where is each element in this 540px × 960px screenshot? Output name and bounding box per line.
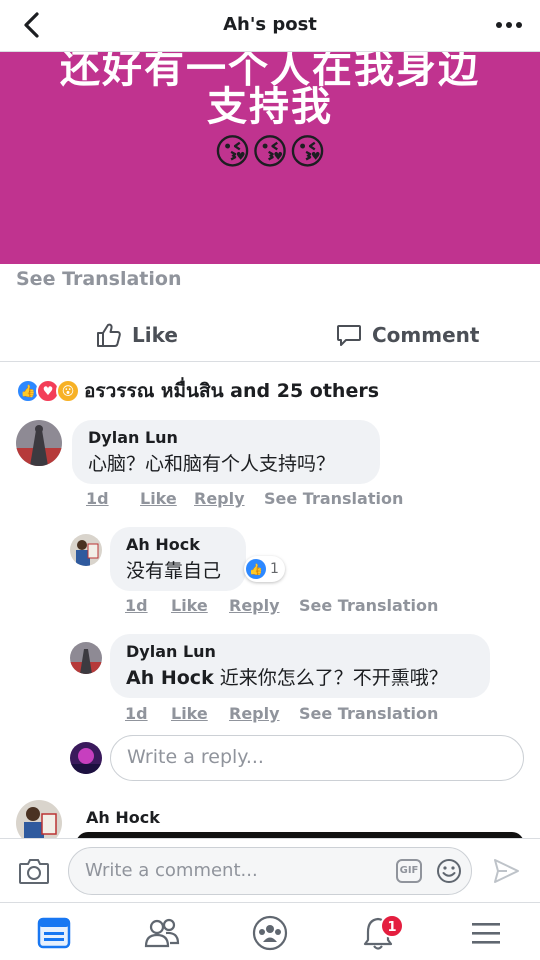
thumbs-up-icon — [97, 323, 121, 347]
avatar-image — [16, 420, 62, 466]
reply-bubble: Ah Hock 没有靠自己 — [110, 527, 246, 591]
avatar-image — [70, 534, 102, 566]
comment-bubble: Dylan Lun 心脑？心和脑有个人支持吗？ — [72, 420, 380, 484]
reaction-icons: 👍 ♥ 😮 — [16, 379, 82, 403]
like-count: 1 — [270, 561, 279, 577]
avatar-image — [70, 642, 102, 674]
reply-text: Ah Hock 近来你怎么了？不开熏哦？ — [126, 663, 474, 690]
reply-see-translation[interactable]: See Translation — [299, 596, 438, 615]
like-reaction-icon: 👍 — [246, 559, 266, 579]
reply-author[interactable]: Dylan Lun — [126, 642, 474, 661]
bottom-nav — [0, 902, 540, 960]
like-label: Like — [132, 323, 178, 347]
news-feed-icon[interactable] — [36, 915, 72, 951]
menu-hamburger-icon[interactable] — [468, 915, 504, 951]
comment-reply-link[interactable]: Reply — [194, 489, 264, 508]
mention-link[interactable]: Ah Hock — [126, 667, 214, 689]
comment-bubble-icon — [337, 325, 361, 346]
avatar-image — [70, 742, 102, 774]
more-dots-icon[interactable] — [494, 13, 524, 37]
reply-author[interactable]: Ah Hock — [126, 535, 230, 554]
reply-see-translation[interactable]: See Translation — [299, 704, 438, 723]
comment-label: Comment — [372, 323, 480, 347]
notification-badge: 1 — [380, 914, 404, 938]
gif-button[interactable]: GIF — [396, 859, 422, 883]
see-translation-link[interactable]: See Translation — [16, 268, 181, 290]
send-icon[interactable] — [492, 857, 520, 885]
reply-meta: 1d Like Reply See Translation — [125, 704, 438, 723]
groups-icon[interactable] — [252, 915, 288, 951]
reply-like-count[interactable]: 👍 1 — [244, 556, 285, 582]
top-bar: Ah's post — [0, 0, 540, 52]
wow-reaction-icon: 😮 — [56, 379, 80, 403]
comment-like-link[interactable]: Like — [140, 489, 194, 508]
reply-like-link[interactable]: Like — [171, 596, 229, 615]
post-emojis: 😘😘😘 — [213, 132, 327, 173]
comment-author[interactable]: Dylan Lun — [88, 428, 364, 447]
reactions-text: อรวรรณ หมื่นสิน and 25 others — [84, 380, 380, 402]
camera-icon[interactable] — [18, 857, 50, 885]
friends-icon[interactable] — [144, 915, 180, 951]
post-action-bar: Like Comment — [0, 308, 540, 362]
reply-time[interactable]: 1d — [125, 704, 171, 723]
reply-input[interactable]: Write a reply... — [110, 735, 524, 781]
reply-like-link[interactable]: Like — [171, 704, 229, 723]
reactions-summary[interactable]: 👍 ♥ 😮 อรวรรณ หมื่นสิน and 25 others — [16, 378, 379, 404]
reply-text: 没有靠自己 — [126, 560, 222, 582]
reply-reply-link[interactable]: Reply — [229, 596, 299, 615]
comment-time[interactable]: 1d — [86, 489, 140, 508]
comment-see-translation[interactable]: See Translation — [264, 489, 403, 508]
page-title: Ah's post — [223, 14, 317, 35]
reply-message: 近来你怎么了？不开熏哦？ — [219, 667, 448, 689]
avatar — [70, 742, 102, 774]
comment-meta: 1d Like Reply See Translation — [86, 489, 403, 508]
comment-text: 心脑？心和脑有个人支持吗？ — [88, 453, 336, 475]
reply-meta: 1d Like Reply See Translation — [125, 596, 438, 615]
like-button[interactable]: Like — [96, 320, 178, 350]
reply-bubble: Dylan Lun Ah Hock 近来你怎么了？不开熏哦？ — [110, 634, 490, 698]
avatar[interactable] — [16, 420, 62, 466]
sticker-smile-icon[interactable] — [436, 858, 462, 884]
comment-button[interactable]: Comment — [336, 320, 479, 350]
avatar[interactable] — [70, 642, 102, 674]
comment-composer: Write a comment... GIF — [0, 838, 540, 902]
reply-reply-link[interactable]: Reply — [229, 704, 299, 723]
comment-author[interactable]: Ah Hock — [86, 808, 160, 827]
post-text-banner: 还好有一个人在我身边 支持我 😘😘😘 — [0, 52, 540, 264]
avatar[interactable] — [70, 534, 102, 566]
reply-time[interactable]: 1d — [125, 596, 171, 615]
post-text-line-2: 支持我 — [207, 84, 333, 130]
